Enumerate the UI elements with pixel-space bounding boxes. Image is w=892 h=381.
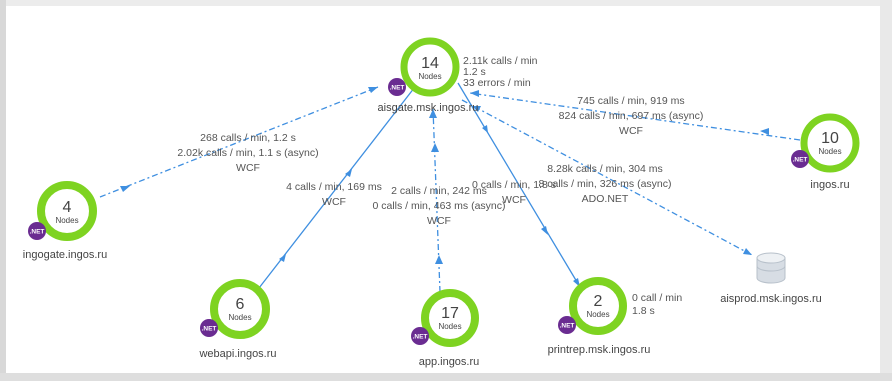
edge-label-webapi: 4 calls / min, 169 ms WCF: [286, 181, 382, 208]
node-aisgate[interactable]: 14 Nodes .NET aisgate.msk.ingos.ru 2.11k…: [378, 37, 538, 114]
node-aisprod[interactable]: aisprod.msk.ingos.ru: [720, 252, 822, 305]
database-icon: [756, 252, 786, 284]
svg-text:.NET: .NET: [793, 157, 808, 164]
node-printrep[interactable]: 2 Nodes .NET printrep.msk.ingos.ru 0 cal…: [548, 277, 683, 356]
edge-label-line: 4 calls / min, 169 ms: [286, 181, 382, 193]
node-label: aisgate.msk.ingos.ru: [378, 102, 479, 114]
node-status-line: 1.8 s: [632, 305, 655, 317]
node-unit: Nodes: [586, 310, 609, 319]
edge-label-line: 8 calls / min, 326 ms (async): [538, 178, 671, 190]
node-app[interactable]: 17 Nodes .NET app.ingos.ru: [411, 289, 480, 368]
edge-label-protocol: WCF: [619, 125, 643, 137]
node-label: app.ingos.ru: [419, 356, 480, 368]
node-count: 4: [63, 199, 72, 216]
edge-label-line: 0 calls / min, 463 ms (async): [372, 200, 505, 212]
node-unit: Nodes: [55, 216, 78, 225]
node-unit: Nodes: [818, 147, 841, 156]
node-webapi[interactable]: 6 Nodes .NET webapi.ingos.ru: [198, 279, 277, 360]
edge-label-protocol: WCF: [236, 162, 260, 174]
dotnet-badge-icon: .NET: [558, 316, 576, 334]
edge-label-line: 745 calls / min, 919 ms: [577, 95, 684, 107]
node-unit: Nodes: [418, 72, 441, 81]
edge-label-app: 2 calls / min, 242 ms 0 calls / min, 463…: [372, 185, 505, 227]
edge-label-line: 824 calls / min, 697 ms (async): [559, 110, 704, 122]
node-count: 10: [821, 130, 839, 147]
node-count: 14: [421, 55, 439, 72]
edge-label-protocol: ADO.NET: [582, 193, 629, 205]
node-label: ingos.ru: [810, 179, 849, 191]
node-ingogate[interactable]: 4 Nodes .NET ingogate.ingos.ru: [23, 181, 107, 261]
service-graph: 745 calls / min, 919 ms 824 calls / min,…: [23, 37, 860, 368]
node-status-line: 0 call / min: [632, 292, 682, 304]
edge-label-protocol: WCF: [427, 215, 451, 227]
node-label: aisprod.msk.ingos.ru: [720, 293, 822, 305]
node-count: 17: [441, 305, 459, 322]
edge-label-protocol: WCF: [502, 194, 526, 206]
svg-text:.NET: .NET: [413, 334, 428, 341]
service-map-canvas: 745 calls / min, 919 ms 824 calls / min,…: [0, 0, 892, 381]
dotnet-badge-icon: .NET: [411, 327, 429, 345]
node-unit: Nodes: [228, 313, 251, 322]
node-ingos[interactable]: 10 Nodes .NET ingos.ru: [791, 113, 860, 191]
node-label: webapi.ingos.ru: [198, 348, 276, 360]
dotnet-badge-icon: .NET: [791, 150, 809, 168]
dotnet-badge-icon: .NET: [388, 78, 406, 96]
node-unit: Nodes: [438, 322, 461, 331]
svg-text:.NET: .NET: [202, 326, 217, 333]
node-label: printrep.msk.ingos.ru: [548, 344, 651, 356]
node-label: ingogate.ingos.ru: [23, 249, 107, 261]
node-count: 2: [594, 293, 603, 310]
dotnet-badge-icon: .NET: [28, 222, 46, 240]
edge-label-protocol: WCF: [322, 196, 346, 208]
edge-label-line: 2.02k calls / min, 1.1 s (async): [177, 147, 318, 159]
node-status-line: 33 errors / min: [463, 77, 531, 89]
svg-text:.NET: .NET: [560, 323, 575, 330]
edge-label-line: 268 calls / min, 1.2 s: [200, 132, 296, 144]
edge-label-aisprod: 8.28k calls / min, 304 ms 8 calls / min,…: [538, 163, 671, 205]
edge-label-line: 8.28k calls / min, 304 ms: [547, 163, 663, 175]
edge-label-ingogate: 268 calls / min, 1.2 s 2.02k calls / min…: [177, 132, 318, 174]
node-count: 6: [236, 296, 245, 313]
edge-label-ingos: 745 calls / min, 919 ms 824 calls / min,…: [559, 95, 704, 137]
svg-text:.NET: .NET: [390, 85, 405, 92]
svg-text:.NET: .NET: [30, 229, 45, 236]
dotnet-badge-icon: .NET: [200, 319, 218, 337]
